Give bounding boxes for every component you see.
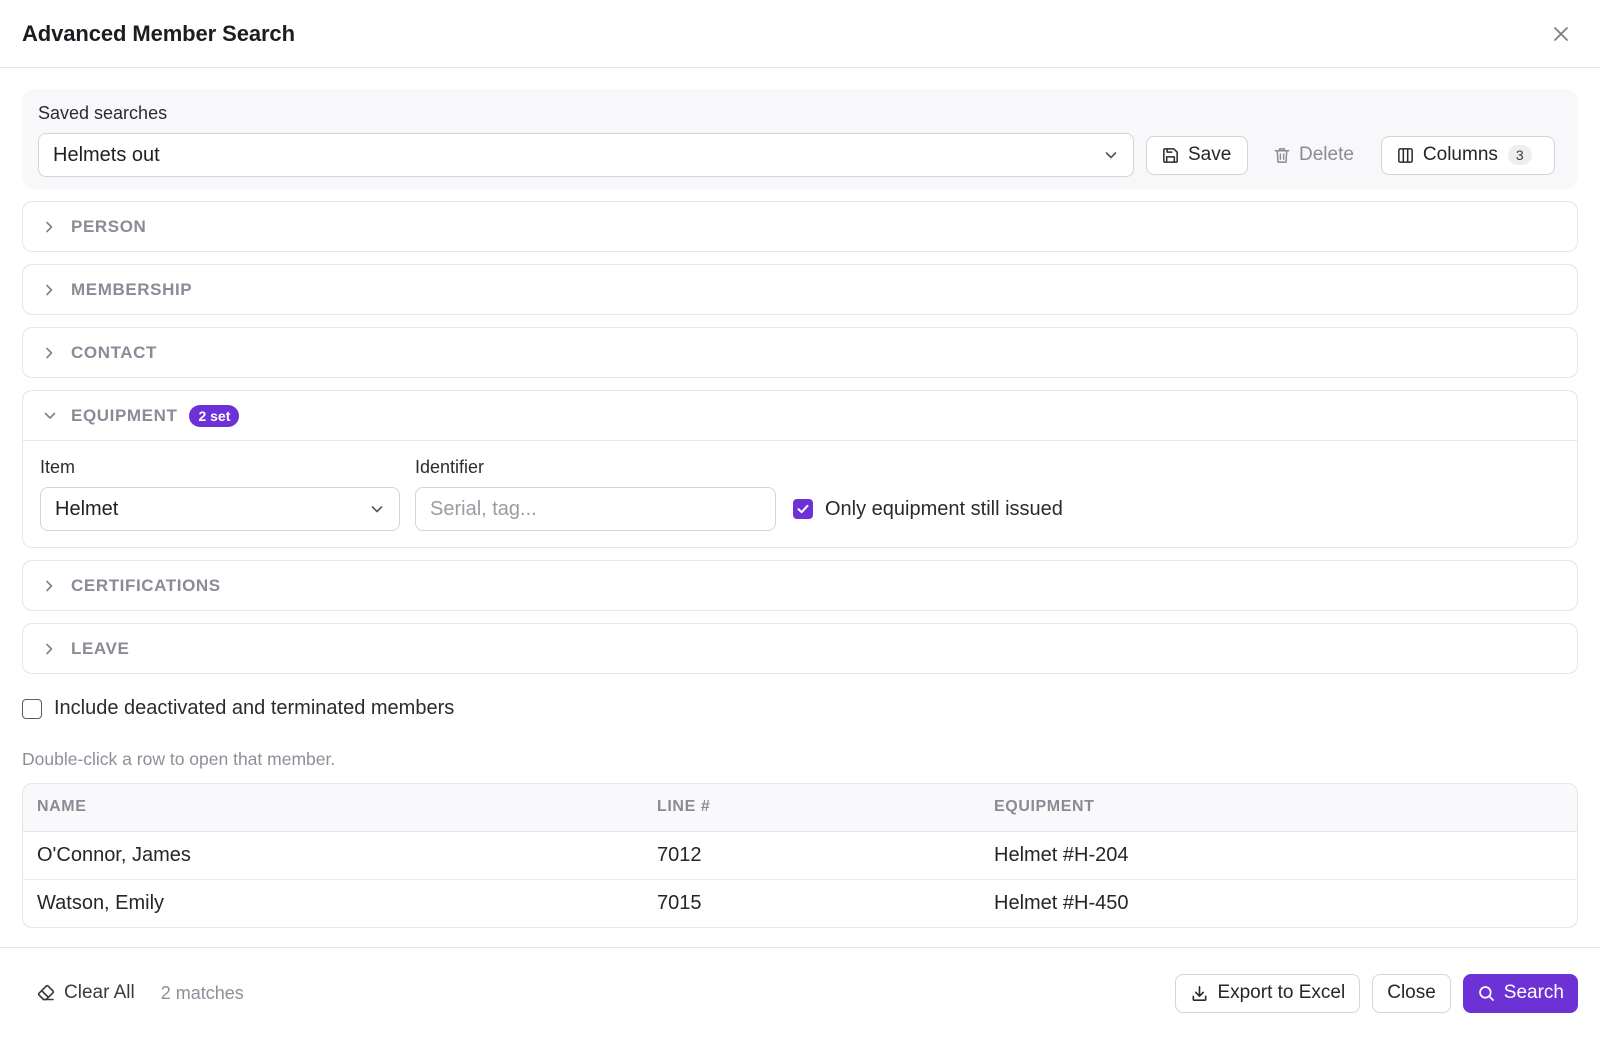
column-header-name[interactable]: NAME — [23, 784, 643, 832]
eraser-icon — [37, 984, 55, 1001]
search-button[interactable]: Search — [1462, 973, 1578, 1013]
section-contact-header[interactable]: CONTACT — [23, 328, 1577, 377]
equipment-filter-count-badge: 2 set — [189, 404, 240, 427]
include-deactivated-checkbox[interactable] — [22, 698, 42, 719]
cell-equipment: Helmet #H-204 — [994, 843, 1129, 866]
download-icon — [1192, 985, 1207, 1001]
section-person: PERSON — [22, 201, 1578, 252]
columns-icon — [1398, 147, 1413, 163]
chevron-right-icon — [43, 642, 57, 656]
save-icon — [1163, 147, 1178, 163]
cell-line-number: 7012 — [657, 843, 702, 866]
saved-searches-label: Saved searches — [38, 103, 168, 123]
column-header-line-number[interactable]: LINE # — [643, 784, 980, 832]
saved-searches-select[interactable]: Helmets out — [38, 133, 1134, 177]
export-label: Export to Excel — [1217, 982, 1346, 1003]
saved-searches-panel: Saved searches Helmets out Save Delete C… — [22, 89, 1578, 189]
item-label: Item — [40, 457, 76, 477]
cell-line-number: 7015 — [643, 878, 980, 927]
trash-icon — [1274, 147, 1290, 163]
column-header-equipment[interactable]: EQUIPMENT — [980, 784, 1577, 832]
checkmark-icon — [797, 504, 809, 514]
cell-name: Watson, Emily — [23, 878, 643, 927]
still-issued-checkbox[interactable] — [793, 499, 813, 519]
identifier-field: Identifier — [415, 457, 776, 531]
close-dialog-button[interactable] — [1546, 19, 1576, 49]
item-select-value: Helmet — [55, 497, 119, 520]
dialog-footer: Clear All 2 matches Export to Excel Clos… — [0, 947, 1600, 1038]
table-row[interactable]: O'Connor, James 7012 Helmet #H-204 — [23, 831, 1577, 879]
section-person-title: PERSON — [71, 216, 147, 236]
section-membership-title: MEMBERSHIP — [71, 279, 193, 299]
section-contact: CONTACT — [22, 327, 1578, 378]
close-label: Close — [1387, 982, 1436, 1003]
section-certifications-header[interactable]: CERTIFICATIONS — [23, 561, 1577, 610]
section-leave-header[interactable]: LEAVE — [23, 624, 1577, 673]
advanced-member-search-dialog: Advanced Member Search Saved searches He… — [0, 0, 1600, 1038]
still-issued-option[interactable]: Only equipment still issued — [793, 487, 1063, 531]
section-contact-title: CONTACT — [71, 342, 158, 362]
clear-all-label: Clear All — [64, 982, 135, 1003]
identifier-label: Identifier — [415, 457, 485, 477]
results-hint: Double-click a row to open that member. — [22, 749, 336, 769]
delete-search-button[interactable]: Delete — [1258, 136, 1369, 175]
dialog-content: Saved searches Helmets out Save Delete C… — [0, 68, 1600, 928]
chevron-right-icon — [43, 579, 57, 593]
save-search-button[interactable]: Save — [1146, 135, 1248, 175]
chevron-right-icon — [43, 220, 57, 234]
chevron-down-icon — [43, 410, 57, 422]
delete-button-label: Delete — [1299, 144, 1354, 165]
section-certifications-title: CERTIFICATIONS — [71, 575, 221, 595]
identifier-input[interactable] — [415, 487, 776, 531]
cell-equipment: Helmet #H-450 — [980, 878, 1577, 927]
section-equipment-body: Item Helmet Identifier Serial, tag... On… — [23, 440, 1577, 547]
close-button[interactable]: Close — [1372, 973, 1451, 1013]
section-person-header[interactable]: PERSON — [23, 202, 1577, 251]
close-icon — [1554, 26, 1568, 41]
section-certifications: CERTIFICATIONS — [22, 560, 1578, 611]
section-leave: LEAVE — [22, 623, 1578, 674]
section-leave-title: LEAVE — [71, 638, 130, 658]
cell-name: O'Connor, James — [37, 843, 191, 866]
include-deactivated-option[interactable]: Include deactivated and terminated membe… — [22, 697, 1578, 720]
columns-count-badge: 3 — [1507, 145, 1532, 165]
include-deactivated-label: Include deactivated and terminated membe… — [54, 697, 455, 719]
match-count: 2 matches — [160, 982, 244, 1003]
section-membership: MEMBERSHIP — [22, 264, 1578, 315]
saved-searches-row: Helmets out Save Delete Columns 3 — [38, 133, 1562, 177]
item-select[interactable]: Helmet — [40, 487, 400, 531]
save-button-label: Save — [1188, 144, 1232, 165]
chevron-right-icon — [43, 346, 57, 360]
dialog-header: Advanced Member Search — [0, 0, 1600, 68]
still-issued-label: Only equipment still issued — [825, 497, 1063, 520]
results-table: NAME LINE # EQUIPMENT O'Connor, James 70… — [22, 783, 1578, 928]
footer-actions: Export to Excel Close Search — [1175, 973, 1578, 1013]
table-row[interactable]: Watson, Emily 7015 Helmet #H-450 — [23, 878, 1577, 927]
export-to-excel-button[interactable]: Export to Excel — [1175, 973, 1361, 1013]
clear-all-button[interactable]: Clear All — [36, 982, 135, 1004]
search-label: Search — [1503, 982, 1564, 1003]
chevron-down-icon — [1103, 147, 1119, 163]
columns-button-label: Columns — [1422, 144, 1498, 165]
section-membership-header[interactable]: MEMBERSHIP — [23, 265, 1577, 314]
search-icon — [1478, 985, 1494, 1001]
table-header-row: NAME LINE # EQUIPMENT — [23, 784, 1577, 832]
section-equipment-title: EQUIPMENT — [71, 405, 178, 425]
columns-button[interactable]: Columns 3 — [1380, 135, 1555, 175]
dialog-title: Advanced Member Search — [22, 20, 295, 46]
section-equipment-header[interactable]: EQUIPMENT 2 set — [23, 391, 1577, 440]
item-field: Item Helmet — [40, 457, 400, 531]
saved-searches-value: Helmets out — [53, 143, 160, 166]
section-equipment: EQUIPMENT 2 set Item Helmet Identifier S… — [22, 390, 1578, 548]
footer-left: Clear All 2 matches — [36, 982, 244, 1004]
chevron-down-icon — [369, 501, 385, 517]
chevron-right-icon — [43, 283, 57, 297]
